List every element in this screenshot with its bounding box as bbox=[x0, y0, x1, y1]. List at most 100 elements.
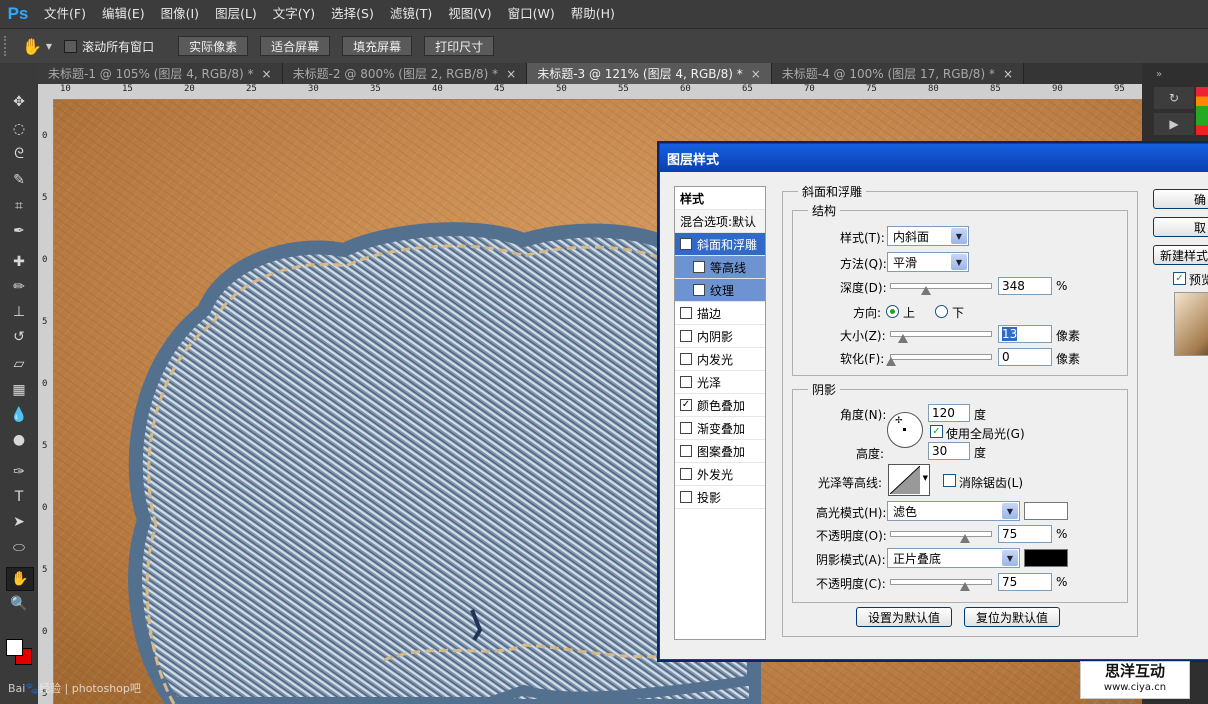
preview-checkbox[interactable]: ✓ bbox=[1173, 272, 1186, 285]
style-item-inner-shadow[interactable]: 内阴影 bbox=[675, 325, 765, 348]
path-select-tool-icon[interactable]: ➤ bbox=[6, 511, 32, 533]
shadow-opacity-slider-thumb[interactable] bbox=[960, 582, 970, 591]
checkbox[interactable] bbox=[680, 468, 692, 480]
checkbox[interactable] bbox=[693, 284, 705, 296]
style-item-drop-shadow[interactable]: 投影 bbox=[675, 486, 765, 509]
shadow-opacity-input[interactable]: 75 bbox=[998, 573, 1052, 591]
gradient-tool-icon[interactable]: ▦ bbox=[6, 379, 32, 401]
history-brush-tool-icon[interactable]: ↺ bbox=[6, 326, 32, 348]
shadow-mode-select[interactable]: 正片叠底 ▼ bbox=[887, 548, 1020, 568]
cancel-button[interactable]: 取 bbox=[1153, 217, 1208, 237]
style-item-gradient-overlay[interactable]: 渐变叠加 bbox=[675, 417, 765, 440]
checkbox[interactable] bbox=[680, 307, 692, 319]
close-icon[interactable]: × bbox=[506, 67, 516, 81]
print-size-button[interactable]: 打印尺寸 bbox=[424, 36, 495, 56]
technique-select[interactable]: 平滑 ▼ bbox=[887, 252, 969, 272]
shadow-opacity-slider[interactable] bbox=[890, 579, 992, 585]
soften-slider-thumb[interactable] bbox=[886, 357, 896, 366]
checkbox[interactable] bbox=[680, 376, 692, 388]
style-item-contour[interactable]: 等高线 bbox=[675, 256, 765, 279]
soften-input[interactable]: 0 bbox=[998, 348, 1052, 366]
pen-tool-icon[interactable]: ✑ bbox=[6, 461, 32, 483]
gloss-contour-picker[interactable]: ▼ bbox=[888, 464, 930, 496]
highlight-color-swatch[interactable] bbox=[1024, 502, 1068, 520]
document-tab[interactable]: 未标题-1 @ 105% (图层 4, RGB/8) * × bbox=[38, 63, 283, 84]
bevel-style-select[interactable]: 内斜面 ▼ bbox=[887, 226, 969, 246]
style-item-bevel[interactable]: ✓ 斜面和浮雕 bbox=[675, 233, 765, 256]
document-tab-active[interactable]: 未标题-3 @ 121% (图层 4, RGB/8) * × bbox=[527, 63, 772, 84]
foreground-color-swatch[interactable] bbox=[6, 639, 23, 656]
highlight-opacity-slider[interactable] bbox=[890, 531, 992, 537]
marquee-tool-icon[interactable]: ◌ bbox=[6, 118, 32, 140]
highlight-opacity-input[interactable]: 75 bbox=[998, 525, 1052, 543]
style-item-stroke[interactable]: 描边 bbox=[675, 302, 765, 325]
blend-options-item[interactable]: 混合选项:默认 bbox=[675, 210, 765, 233]
menu-type[interactable]: 文字(Y) bbox=[265, 0, 323, 28]
clone-stamp-tool-icon[interactable]: ⊥ bbox=[6, 301, 32, 323]
crop-tool-icon[interactable]: ⌗ bbox=[6, 195, 32, 217]
history-icon[interactable]: ↻ bbox=[1154, 87, 1194, 109]
menu-help[interactable]: 帮助(H) bbox=[563, 0, 623, 28]
altitude-input[interactable]: 30 bbox=[928, 442, 970, 460]
highlight-opacity-slider-thumb[interactable] bbox=[960, 534, 970, 543]
soften-slider[interactable] bbox=[890, 354, 992, 360]
brush-tool-icon[interactable]: ✏ bbox=[6, 276, 32, 298]
checkbox[interactable] bbox=[680, 445, 692, 457]
depth-slider-thumb[interactable] bbox=[921, 286, 931, 295]
radio-up-selected[interactable] bbox=[886, 305, 899, 318]
angle-input[interactable]: 120 bbox=[928, 404, 970, 422]
fit-screen-button[interactable]: 适合屏幕 bbox=[260, 36, 331, 56]
style-item-color-overlay[interactable]: ✓ 颜色叠加 bbox=[675, 394, 765, 417]
new-style-button[interactable]: 新建样式 bbox=[1153, 245, 1208, 265]
checkbox[interactable] bbox=[680, 422, 692, 434]
swatch-strip[interactable] bbox=[1196, 87, 1208, 135]
depth-input[interactable]: 348 bbox=[998, 277, 1052, 295]
move-tool-icon[interactable]: ✥ bbox=[6, 91, 32, 113]
hand-tool-active-icon[interactable]: ✋ bbox=[6, 567, 34, 591]
ellipse-tool-icon[interactable]: ⬭ bbox=[6, 537, 32, 559]
blur-tool-icon[interactable]: 💧 bbox=[6, 404, 32, 426]
menu-window[interactable]: 窗口(W) bbox=[500, 0, 563, 28]
menu-filter[interactable]: 滤镜(T) bbox=[382, 0, 440, 28]
checkbox[interactable] bbox=[680, 491, 692, 503]
type-tool-icon[interactable]: T bbox=[6, 486, 32, 508]
hand-tool-icon[interactable]: ✋ bbox=[22, 37, 42, 56]
menu-image[interactable]: 图像(I) bbox=[153, 0, 207, 28]
reset-default-button[interactable]: 复位为默认值 bbox=[964, 607, 1060, 627]
style-item-outer-glow[interactable]: 外发光 bbox=[675, 463, 765, 486]
fill-screen-button[interactable]: 填充屏幕 bbox=[342, 36, 413, 56]
checkbox[interactable] bbox=[680, 353, 692, 365]
eraser-tool-icon[interactable]: ▱ bbox=[6, 353, 32, 375]
menu-view[interactable]: 视图(V) bbox=[440, 0, 499, 28]
checkbox[interactable] bbox=[680, 330, 692, 342]
ok-button[interactable]: 确 bbox=[1153, 189, 1208, 209]
close-icon[interactable]: × bbox=[751, 67, 761, 81]
radio-down[interactable] bbox=[935, 305, 948, 318]
document-tab[interactable]: 未标题-2 @ 800% (图层 2, RGB/8) * × bbox=[282, 63, 528, 84]
menu-edit[interactable]: 编辑(E) bbox=[94, 0, 153, 28]
play-icon[interactable]: ▶ bbox=[1154, 113, 1194, 135]
tool-preset-chevron-icon[interactable]: ▼ bbox=[46, 42, 52, 51]
style-item-inner-glow[interactable]: 内发光 bbox=[675, 348, 765, 371]
lasso-tool-icon[interactable]: ᘓ bbox=[6, 143, 32, 165]
highlight-mode-select[interactable]: 滤色 ▼ bbox=[887, 501, 1020, 521]
close-icon[interactable]: × bbox=[1003, 67, 1013, 81]
make-default-button[interactable]: 设置为默认值 bbox=[856, 607, 952, 627]
dodge-tool-icon[interactable]: ● bbox=[6, 429, 32, 451]
menu-layer[interactable]: 图层(L) bbox=[207, 0, 265, 28]
panel-collapse-icon[interactable]: » bbox=[1156, 69, 1162, 80]
style-item-pattern-overlay[interactable]: 图案叠加 bbox=[675, 440, 765, 463]
depth-slider[interactable] bbox=[890, 283, 992, 289]
checkbox[interactable] bbox=[693, 261, 705, 273]
checkbox-checked[interactable]: ✓ bbox=[680, 238, 692, 250]
healing-brush-tool-icon[interactable]: ✚ bbox=[6, 251, 32, 273]
size-input[interactable]: 13 bbox=[998, 325, 1052, 343]
size-slider-thumb[interactable] bbox=[898, 334, 908, 343]
global-light-checkbox[interactable]: ✓ bbox=[930, 425, 943, 438]
scroll-all-checkbox[interactable] bbox=[64, 39, 78, 53]
anti-alias-checkbox[interactable] bbox=[943, 474, 956, 487]
document-tab[interactable]: 未标题-4 @ 100% (图层 17, RGB/8) * × bbox=[771, 63, 1024, 84]
angle-dial[interactable]: ✢ bbox=[887, 412, 923, 448]
shadow-color-swatch[interactable] bbox=[1024, 549, 1068, 567]
close-icon[interactable]: × bbox=[262, 67, 272, 81]
